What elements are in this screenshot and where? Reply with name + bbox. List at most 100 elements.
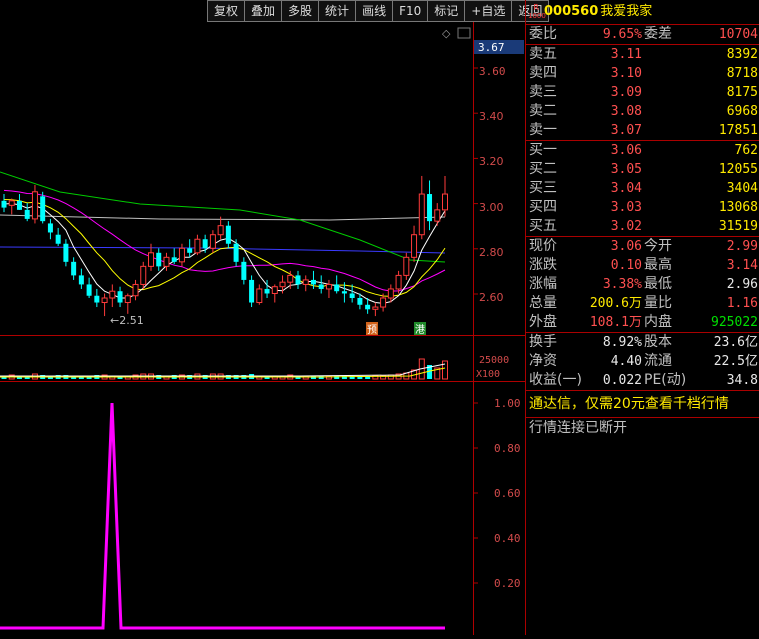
candle-body <box>271 286 278 294</box>
stat-row: 涨跌 0.10 最高 3.14 <box>526 256 759 275</box>
candle-body <box>202 239 208 249</box>
buy-level-row[interactable]: 买三 3.04 3404 <box>526 179 759 198</box>
sell-price: 3.08 <box>610 104 642 119</box>
sell-price: 3.09 <box>610 85 642 100</box>
volume-unit: X100 <box>476 369 500 380</box>
candle-body <box>318 284 324 289</box>
candle-body <box>194 238 201 254</box>
buy-price: 3.04 <box>610 181 642 196</box>
hk-connect-marker[interactable]: 港 <box>415 324 425 336</box>
candle-body <box>31 191 38 220</box>
price-tick: 2.80 <box>479 246 504 259</box>
buy-level-row[interactable]: 买一 3.06 762 <box>526 141 759 160</box>
multi-stock-button[interactable]: 多股 <box>281 0 320 22</box>
stat-label: 量比 <box>644 295 672 311</box>
kline-chart-panel[interactable]: 3.67 ◇ 3.60 3.40 3.20 3.00 2.80 2.60 ←2.… <box>0 22 525 635</box>
candle-body <box>8 200 15 206</box>
order-diff-value: 10704 <box>718 27 758 42</box>
candle-body <box>217 225 224 236</box>
r-badge: R 1000 <box>528 2 546 20</box>
overlay-button[interactable]: 叠加 <box>244 0 283 22</box>
candle-body <box>310 279 316 285</box>
buy-level-label: 买一 <box>529 142 557 158</box>
buy-level-row[interactable]: 买五 3.02 31519 <box>526 217 759 236</box>
stat-label: 涨跌 <box>529 257 557 273</box>
panel-toggle-icon[interactable] <box>457 27 471 39</box>
sell-level-row[interactable]: 卖三 3.09 8175 <box>526 83 759 102</box>
candle-body <box>341 291 347 294</box>
sell-level-row[interactable]: 卖一 3.07 17851 <box>526 121 759 140</box>
statistics-button[interactable]: 统计 <box>318 0 357 22</box>
indicator-tick: 0.40 <box>494 532 521 545</box>
high-price: 3.14 <box>726 258 758 273</box>
candle-body <box>225 225 231 244</box>
order-ratio-value: 9.65% <box>602 27 642 42</box>
candle-body <box>256 288 263 304</box>
sell-price: 3.10 <box>610 66 642 81</box>
stock-code: 000560 <box>544 4 599 19</box>
buy-level-label: 买三 <box>529 180 557 196</box>
candle-body <box>156 252 162 267</box>
buy-price: 3.03 <box>610 200 642 215</box>
draw-line-button[interactable]: 画线 <box>355 0 394 22</box>
mark-button[interactable]: 标记 <box>427 0 466 22</box>
volume-bar <box>442 360 448 380</box>
candle-body <box>325 283 332 290</box>
candle-body <box>24 209 30 219</box>
price-change: 0.10 <box>610 258 642 273</box>
candle-body <box>117 291 123 303</box>
forecast-marker[interactable]: 预 <box>367 324 377 336</box>
sell-level-row[interactable]: 卖五 3.11 8392 <box>526 45 759 64</box>
candle-body <box>287 274 294 283</box>
candle-body <box>241 261 247 280</box>
candle-body <box>264 288 270 294</box>
promo-banner[interactable]: 通达信，仅需20元查看千档行情 <box>526 391 759 418</box>
candle-body <box>295 275 301 285</box>
stat-label: 换手 <box>529 334 557 350</box>
sell-level-row[interactable]: 卖二 3.08 6968 <box>526 102 759 121</box>
price-axis: 3.60 3.40 3.20 3.00 2.80 2.60 <box>479 65 506 304</box>
sell-level-row[interactable]: 卖四 3.10 8718 <box>526 64 759 83</box>
stat-row: 涨幅 3.38% 最低 2.96 <box>526 275 759 294</box>
kline-chart-svg[interactable]: 3.67 ◇ 3.60 3.40 3.20 3.00 2.80 2.60 ←2.… <box>0 22 525 635</box>
candle-body <box>101 297 108 304</box>
price-tick: 3.40 <box>479 110 504 123</box>
candle-body <box>387 288 394 299</box>
diamond-icon[interactable]: ◇ <box>442 27 451 40</box>
candle-body <box>442 193 448 211</box>
add-watchlist-button[interactable]: +自选 <box>464 0 513 22</box>
restore-rights-button[interactable]: 复权 <box>207 0 246 22</box>
order-ratio-section: 委比 9.65% 委差 10704 <box>526 25 759 45</box>
stat-label: 净资 <box>529 353 557 369</box>
candle-body <box>233 243 239 262</box>
stat-row: 总量 200.6万 量比 1.16 <box>526 294 759 313</box>
sell-price: 3.07 <box>610 123 642 138</box>
price-tick: 3.60 <box>479 65 506 78</box>
buy-volume: 13068 <box>718 200 758 215</box>
f10-button[interactable]: F10 <box>392 0 429 22</box>
buy-level-row[interactable]: 买二 3.05 12055 <box>526 160 759 179</box>
candle-body <box>63 243 69 262</box>
candle-body <box>357 298 363 305</box>
stat-label: 外盘 <box>529 314 557 330</box>
stat-label: PE(动) <box>644 372 687 388</box>
candle-body <box>178 247 185 263</box>
stat-label: 股本 <box>644 334 672 350</box>
candle-body <box>78 275 84 285</box>
stat-label: 内盘 <box>644 314 672 330</box>
candle-body <box>209 234 216 249</box>
candle-body <box>1 200 7 208</box>
candle-body <box>94 295 100 303</box>
stat-row: 外盘 108.1万 内盘 925022 <box>526 313 759 332</box>
candle-body <box>187 248 193 253</box>
price-tick: 3.00 <box>479 201 504 214</box>
buy-level-row[interactable]: 买四 3.03 13068 <box>526 198 759 217</box>
candle-body <box>403 256 410 276</box>
sell-level-label: 卖五 <box>529 46 557 62</box>
volume-bars <box>0 358 448 380</box>
total-shares: 23.6亿 <box>713 335 758 350</box>
indicator-tick-marks <box>474 402 478 584</box>
price-tick: 2.60 <box>479 291 504 304</box>
open-price: 2.99 <box>726 239 758 254</box>
price-tick-marks <box>474 67 478 295</box>
